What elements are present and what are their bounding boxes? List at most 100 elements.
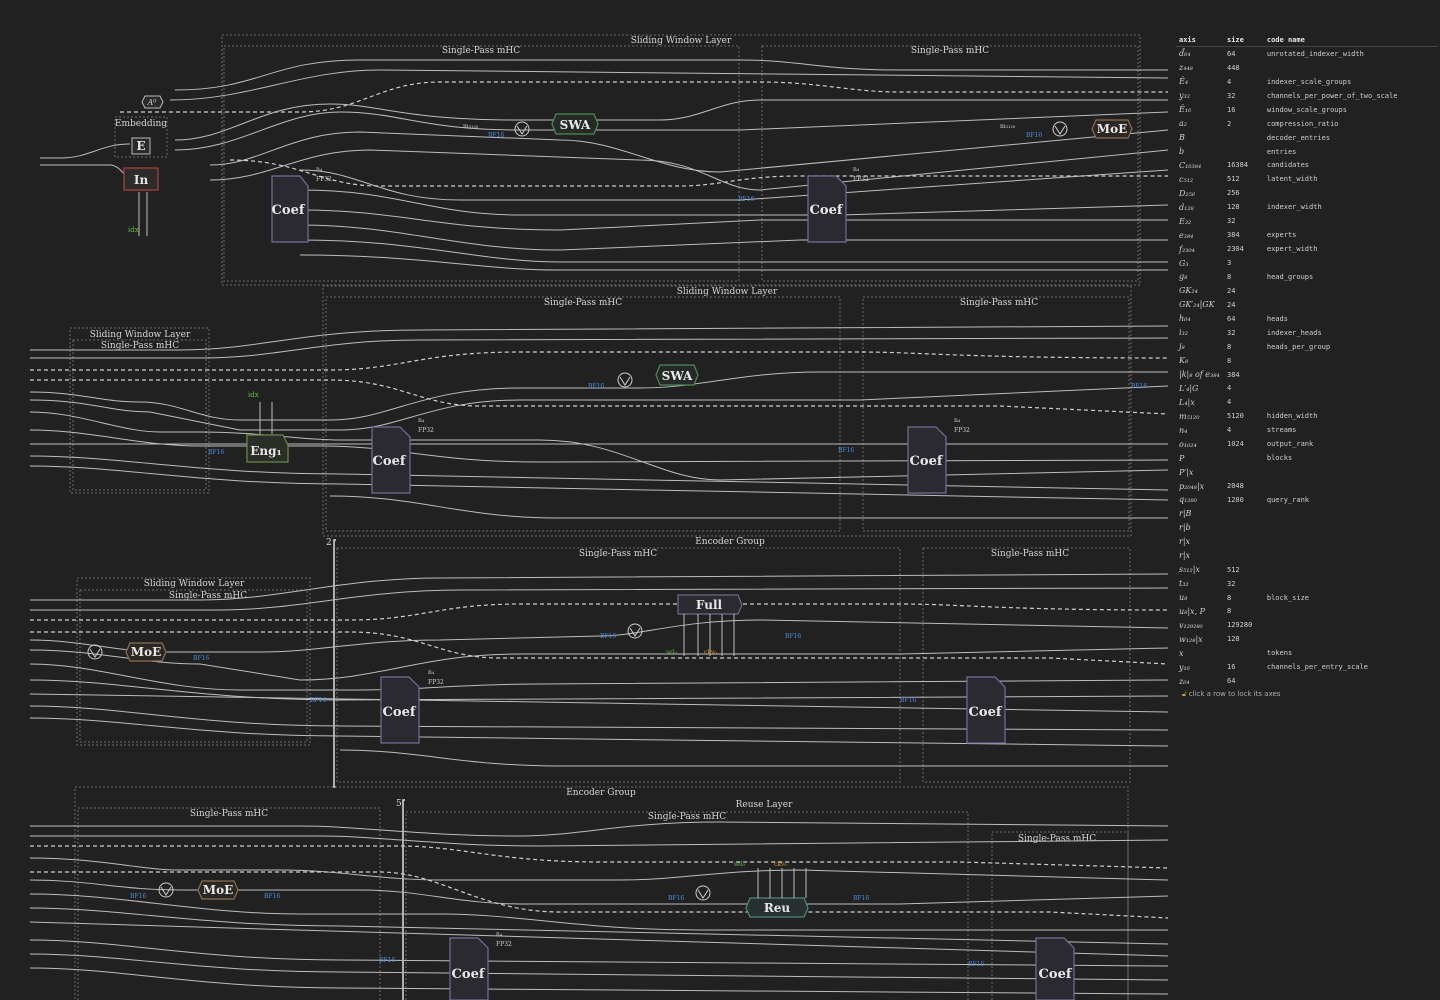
row1-mhc-b-frame xyxy=(761,45,1139,282)
a0-node[interactable]: A⁰ xyxy=(141,95,164,109)
row3-coef-b[interactable]: Coef xyxy=(966,676,1006,744)
row2-mhc-a-title: Single-Pass mHC xyxy=(544,298,622,308)
legend-axis-cell: d̂₆₄ xyxy=(1179,49,1191,59)
legend-row[interactable]: r|B xyxy=(1176,507,1438,521)
row2-eng-node[interactable]: Eng₁ xyxy=(246,434,289,463)
legend-row[interactable]: w₁₂₈|x 128 xyxy=(1176,632,1438,646)
legend-row[interactable]: a₂ 2 compression_ratio xyxy=(1176,117,1438,131)
row3-sel-label: sel₀ xyxy=(666,649,678,656)
legend-row[interactable]: C₁₆₃₈₄ 16384 candidates xyxy=(1176,159,1438,173)
legend-header-axis: axis xyxy=(1176,34,1224,47)
legend-row[interactable]: Pblocks xyxy=(1176,451,1438,465)
legend-row[interactable]: j₈ 8 heads_per_group xyxy=(1176,340,1438,354)
row4-left-mhc-frame xyxy=(77,807,381,1000)
row4-reuse-title: Reuse Layer xyxy=(736,800,793,810)
in-node[interactable]: In xyxy=(123,167,159,191)
legend-row[interactable]: t₃₂ 32 xyxy=(1176,577,1438,591)
row1-swa-label: SWA xyxy=(560,118,591,132)
legend-row[interactable]: y₃₂ 32 channels_per_power_of_two_scale xyxy=(1176,89,1438,103)
legend-row[interactable]: K₈ 8 xyxy=(1176,354,1438,368)
row2-swa-node[interactable]: SWA xyxy=(655,364,699,386)
row1-coef-b[interactable]: Coef xyxy=(807,175,847,243)
legend-code-cell: candidates xyxy=(1266,161,1310,170)
legend-row[interactable]: g₈ 8 head_groups xyxy=(1176,270,1438,284)
legend-size-cell: 384 xyxy=(1227,370,1240,379)
row4-fp32: FP32 xyxy=(496,941,512,948)
row4-mhc-a-title: Single-Pass mHC xyxy=(648,812,726,822)
row1-coef-a[interactable]: Coef xyxy=(271,175,309,243)
legend-size-cell: 1280 xyxy=(1227,495,1244,504)
legend-row[interactable]: m₅₁₂₀ 5120 hidden_width xyxy=(1176,409,1438,423)
legend-row[interactable]: x tokens xyxy=(1176,646,1438,660)
legend-size-cell xyxy=(1224,535,1264,549)
legend-row[interactable]: q₁₂₈₀ 1280 query_rank xyxy=(1176,493,1438,507)
legend-row[interactable]: h₆₄ 64 heads xyxy=(1176,312,1438,326)
row3-bf16-e: BF16 xyxy=(900,697,916,704)
legend-size-cell: 64 xyxy=(1227,49,1236,58)
legend-row[interactable]: E₃₂ 32 xyxy=(1176,214,1438,228)
legend-row[interactable]: z₄₄₈ 448 xyxy=(1176,61,1438,75)
legend-row[interactable]: r|x xyxy=(1176,535,1438,549)
legend-row[interactable]: GK₂₄ 24 xyxy=(1176,284,1438,298)
row4-reu-node[interactable]: Reu xyxy=(745,897,809,918)
legend-code-cell xyxy=(1264,256,1438,270)
legend-row[interactable]: u₈|x, P 8 xyxy=(1176,605,1438,619)
row4-moe-node[interactable]: MoE xyxy=(197,880,239,900)
legend-row[interactable]: r|b xyxy=(1176,521,1438,535)
row1-idx-label: idx xyxy=(128,226,139,234)
legend-row[interactable]: e₃₈₄ 384 experts xyxy=(1176,228,1438,242)
legend-row[interactable]: b entries xyxy=(1176,145,1438,159)
legend-code-cell xyxy=(1264,605,1438,619)
legend-row[interactable]: s₅₁₂|x 512 xyxy=(1176,563,1438,577)
legend-row[interactable]: c₅₁₂ 512 latent_width xyxy=(1176,172,1438,186)
legend-row[interactable]: d₁₂₈ 128 indexer_width xyxy=(1176,200,1438,214)
legend-row[interactable]: v₁₂₉₂₈₀ 129280 xyxy=(1176,618,1438,632)
row3-moe-node[interactable]: MoE xyxy=(125,642,167,662)
row1-mhc-b-title: Single-Pass mHC xyxy=(911,46,989,56)
legend-size-cell: 16 xyxy=(1227,105,1236,114)
legend-row[interactable]: G₃ 3 xyxy=(1176,256,1438,270)
row3-left-outer-title: Sliding Window Layer xyxy=(144,579,245,589)
legend-axis-cell: G₃ xyxy=(1179,258,1189,268)
legend-row[interactable]: P′|x xyxy=(1176,465,1438,479)
lock-icon: 🔓︎ xyxy=(1182,690,1187,699)
legend-row[interactable]: D₂₅₆ 256 xyxy=(1176,186,1438,200)
row1-swa-node[interactable]: SWA xyxy=(551,113,599,135)
legend-axis-cell: u₈ xyxy=(1179,593,1188,603)
legend-row[interactable]: Ê₁₆ 16 window_scale_groups xyxy=(1176,103,1438,117)
row3-coef-a[interactable]: Coef xyxy=(380,676,420,744)
legend-row[interactable]: L′₄|G 4 xyxy=(1176,382,1438,396)
legend-code-cell xyxy=(1264,535,1438,549)
row4-coef-b[interactable]: Coef xyxy=(1035,937,1075,1000)
legend-size-cell: 24 xyxy=(1227,286,1236,295)
legend-row[interactable]: n₄ 4 streams xyxy=(1176,423,1438,437)
legend-row[interactable]: L₄|x 4 xyxy=(1176,395,1438,409)
legend-row[interactable]: |k|₈ of e₃₈₄ 384 xyxy=(1176,368,1438,382)
legend-size-cell: 384 xyxy=(1227,231,1240,240)
legend-row[interactable]: y₁₆ 16 channels_per_entry_scale xyxy=(1176,660,1438,674)
row2-coef-b[interactable]: Coef xyxy=(907,426,947,494)
legend-size-cell: 8 xyxy=(1227,272,1232,281)
legend-code-cell xyxy=(1264,577,1438,591)
legend-row[interactable]: Bdecoder_entries xyxy=(1176,131,1438,145)
row2-coef-a[interactable]: Coef xyxy=(371,426,411,494)
e-node[interactable]: E xyxy=(131,137,151,155)
row1-moe-node[interactable]: MoE xyxy=(1091,119,1133,139)
legend-row[interactable]: Ê₄ 4 indexer_scale_groups xyxy=(1176,75,1438,89)
row3-repeat-bracket xyxy=(333,539,336,788)
legend-row[interactable]: i₃₂ 32 indexer_heads xyxy=(1176,326,1438,340)
row3-bf16-a: BF16 xyxy=(193,655,209,662)
legend-axis-cell: b xyxy=(1179,147,1185,157)
legend-row[interactable]: o₁₀₂₄ 1024 output_rank xyxy=(1176,437,1438,451)
legend-row[interactable]: p₂₀₄₈|x 2048 xyxy=(1176,479,1438,493)
row2-mhc-a-frame xyxy=(325,296,841,532)
row3-full-node[interactable]: Full xyxy=(677,594,743,615)
legend-row[interactable]: u₈ 8 block_size xyxy=(1176,591,1438,605)
legend-code-cell xyxy=(1264,465,1438,479)
legend-row[interactable]: d̂₆₄ 64 unrotated_indexer_width xyxy=(1176,47,1438,61)
row4-coef-a[interactable]: Coef xyxy=(449,937,489,1000)
legend-row[interactable]: f₂₃₀₄ 2304 expert_width xyxy=(1176,242,1438,256)
legend-row[interactable]: z₆₄ 64 xyxy=(1176,674,1438,688)
legend-row[interactable]: GK′₂₄|GK 24 xyxy=(1176,298,1438,312)
legend-row[interactable]: r|x xyxy=(1176,549,1438,563)
